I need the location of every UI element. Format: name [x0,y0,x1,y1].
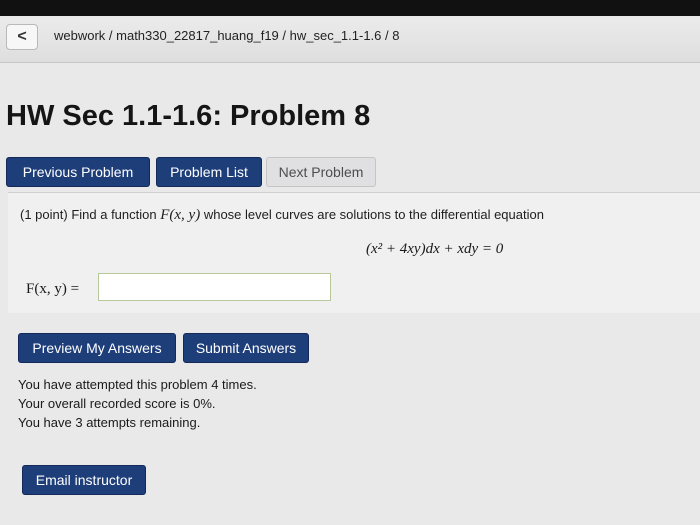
differential-equation: (x² + 4xy)dx + xdy = 0 [366,241,504,257]
answer-input[interactable] [98,273,331,301]
back-button[interactable]: < [6,24,38,50]
attempt-count: You have attempted this problem 4 times. [18,377,257,392]
next-problem-button[interactable]: Next Problem [266,157,376,187]
problem-navigation: Previous Problem Problem List Next Probl… [6,157,376,187]
recorded-score: Your overall recorded score is 0%. [18,396,216,411]
page-title: HW Sec 1.1-1.6: Problem 8 [6,100,371,132]
breadcrumb-bar: < webwork / math330_22817_huang_f19 / hw… [0,18,700,63]
prompt-after: whose level curves are solutions to the … [203,207,544,222]
email-instructor-button[interactable]: Email instructor [22,465,146,495]
top-edge [0,0,700,16]
prompt-before: Find a function [71,207,157,222]
point-value: (1 point) [20,207,68,222]
answer-label: F(x, y) = [26,281,80,297]
breadcrumb: webwork / math330_22817_huang_f19 / hw_s… [54,28,400,43]
function-symbol: F(x, y) [160,207,201,223]
problem-list-button[interactable]: Problem List [156,157,262,187]
attempt-status: You have attempted this problem 4 times.… [18,375,257,432]
previous-problem-button[interactable]: Previous Problem [6,157,150,187]
answer-actions: Preview My Answers Submit Answers [18,333,309,363]
problem-body: (1 point) Find a function F(x, y) whose … [8,192,700,313]
chevron-left-icon: < [17,28,27,45]
submit-answers-button[interactable]: Submit Answers [183,333,309,363]
attempts-remaining: You have 3 attempts remaining. [18,415,201,430]
preview-answers-button[interactable]: Preview My Answers [18,333,176,363]
problem-statement: (1 point) Find a function F(x, y) whose … [20,207,544,224]
